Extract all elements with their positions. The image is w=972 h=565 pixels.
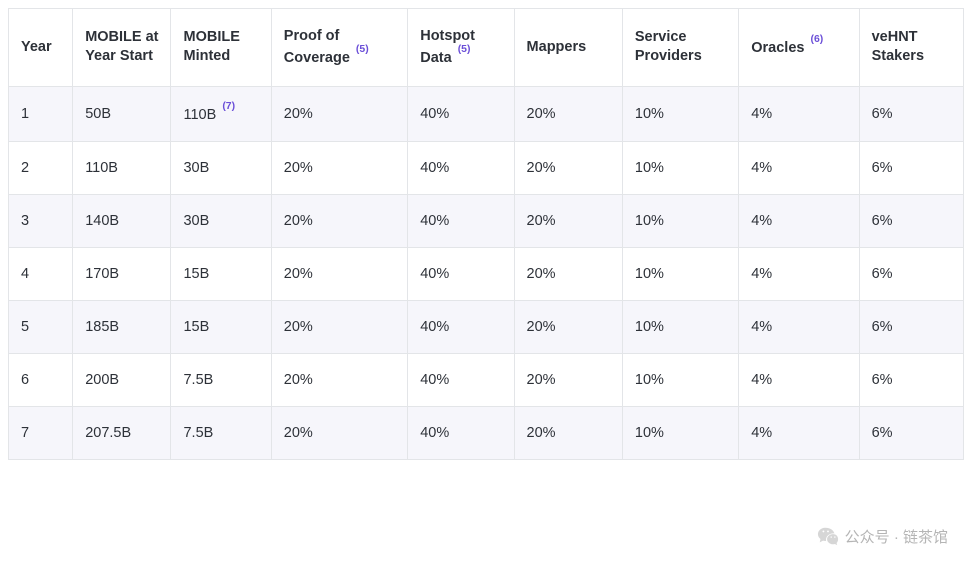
cell-oracles: 4% — [739, 194, 859, 247]
cell-data: 40% — [408, 300, 514, 353]
cell-year: 2 — [9, 141, 73, 194]
col-data: Hotspot Data (5) — [408, 9, 514, 87]
cell-mappers: 20% — [514, 141, 622, 194]
cell-mappers: 20% — [514, 247, 622, 300]
cell-poc: 20% — [271, 353, 407, 406]
cell-oracles: 4% — [739, 141, 859, 194]
cell-minted: 15B — [171, 247, 271, 300]
cell-oracles: 4% — [739, 353, 859, 406]
col-vest: veHNT Stakers — [859, 9, 963, 87]
cell-mappers: 20% — [514, 406, 622, 459]
cell-year: 1 — [9, 86, 73, 141]
cell-minted: 15B — [171, 300, 271, 353]
cell-data: 40% — [408, 141, 514, 194]
col-year: Year — [9, 9, 73, 87]
cell-poc: 20% — [271, 194, 407, 247]
cell-poc: 20% — [271, 141, 407, 194]
cell-data: 40% — [408, 406, 514, 459]
cell-vest: 6% — [859, 141, 963, 194]
col-mappers: Mappers — [514, 9, 622, 87]
cell-providers: 10% — [622, 141, 738, 194]
cell-vest: 6% — [859, 247, 963, 300]
cell-start: 140B — [73, 194, 171, 247]
cell-start: 110B — [73, 141, 171, 194]
table-row: 5185B15B20%40%20%10%4%6% — [9, 300, 964, 353]
col-poc-label: Proof of Coverage — [284, 28, 354, 65]
cell-minted: 30B — [171, 141, 271, 194]
cell-minted: 7.5B — [171, 353, 271, 406]
footnote-5-link[interactable]: (5) — [356, 44, 369, 55]
cell-start: 185B — [73, 300, 171, 353]
cell-year: 7 — [9, 406, 73, 459]
cell-poc: 20% — [271, 86, 407, 141]
table-row: 3140B30B20%40%20%10%4%6% — [9, 194, 964, 247]
cell-providers: 10% — [622, 86, 738, 141]
cell-mappers: 20% — [514, 353, 622, 406]
cell-start: 200B — [73, 353, 171, 406]
cell-mappers: 20% — [514, 86, 622, 141]
cell-providers: 10% — [622, 406, 738, 459]
cell-oracles: 4% — [739, 86, 859, 141]
table-row: 6200B7.5B20%40%20%10%4%6% — [9, 353, 964, 406]
cell-start: 170B — [73, 247, 171, 300]
cell-start: 207.5B — [73, 406, 171, 459]
cell-vest: 6% — [859, 406, 963, 459]
cell-year: 4 — [9, 247, 73, 300]
watermark: 公众号 · 链茶馆 — [817, 525, 948, 547]
cell-minted: 30B — [171, 194, 271, 247]
cell-poc: 20% — [271, 300, 407, 353]
watermark-text: 公众号 · 链茶馆 — [845, 526, 948, 547]
footnote-7-link[interactable]: (7) — [222, 101, 235, 112]
cell-year: 6 — [9, 353, 73, 406]
footnote-5-link[interactable]: (5) — [458, 44, 471, 55]
cell-oracles: 4% — [739, 247, 859, 300]
cell-data: 40% — [408, 194, 514, 247]
table-row: 7207.5B7.5B20%40%20%10%4%6% — [9, 406, 964, 459]
emissions-table: Year MOBILE at Year Start MOBILE Minted … — [8, 8, 964, 460]
cell-poc: 20% — [271, 406, 407, 459]
col-providers: Service Providers — [622, 9, 738, 87]
cell-year: 5 — [9, 300, 73, 353]
cell-vest: 6% — [859, 300, 963, 353]
cell-minted: 7.5B — [171, 406, 271, 459]
cell-providers: 10% — [622, 300, 738, 353]
table-row: 2110B30B20%40%20%10%4%6% — [9, 141, 964, 194]
wechat-icon — [817, 525, 839, 547]
cell-poc: 20% — [271, 247, 407, 300]
cell-oracles: 4% — [739, 300, 859, 353]
cell-vest: 6% — [859, 86, 963, 141]
table-header-row: Year MOBILE at Year Start MOBILE Minted … — [9, 9, 964, 87]
cell-providers: 10% — [622, 194, 738, 247]
cell-year: 3 — [9, 194, 73, 247]
cell-providers: 10% — [622, 247, 738, 300]
cell-start: 50B — [73, 86, 171, 141]
cell-mappers: 20% — [514, 194, 622, 247]
cell-mappers: 20% — [514, 300, 622, 353]
col-poc: Proof of Coverage (5) — [271, 9, 407, 87]
cell-vest: 6% — [859, 353, 963, 406]
cell-oracles: 4% — [739, 406, 859, 459]
footnote-6-link[interactable]: (6) — [810, 34, 823, 45]
cell-data: 40% — [408, 247, 514, 300]
table-row: 150B110B (7)20%40%20%10%4%6% — [9, 86, 964, 141]
cell-providers: 10% — [622, 353, 738, 406]
cell-data: 40% — [408, 86, 514, 141]
table-row: 4170B15B20%40%20%10%4%6% — [9, 247, 964, 300]
col-oracles-label: Oracles — [751, 40, 808, 56]
col-start: MOBILE at Year Start — [73, 9, 171, 87]
cell-minted: 110B (7) — [171, 86, 271, 141]
cell-data: 40% — [408, 353, 514, 406]
cell-vest: 6% — [859, 194, 963, 247]
col-oracles: Oracles (6) — [739, 9, 859, 87]
col-minted: MOBILE Minted — [171, 9, 271, 87]
